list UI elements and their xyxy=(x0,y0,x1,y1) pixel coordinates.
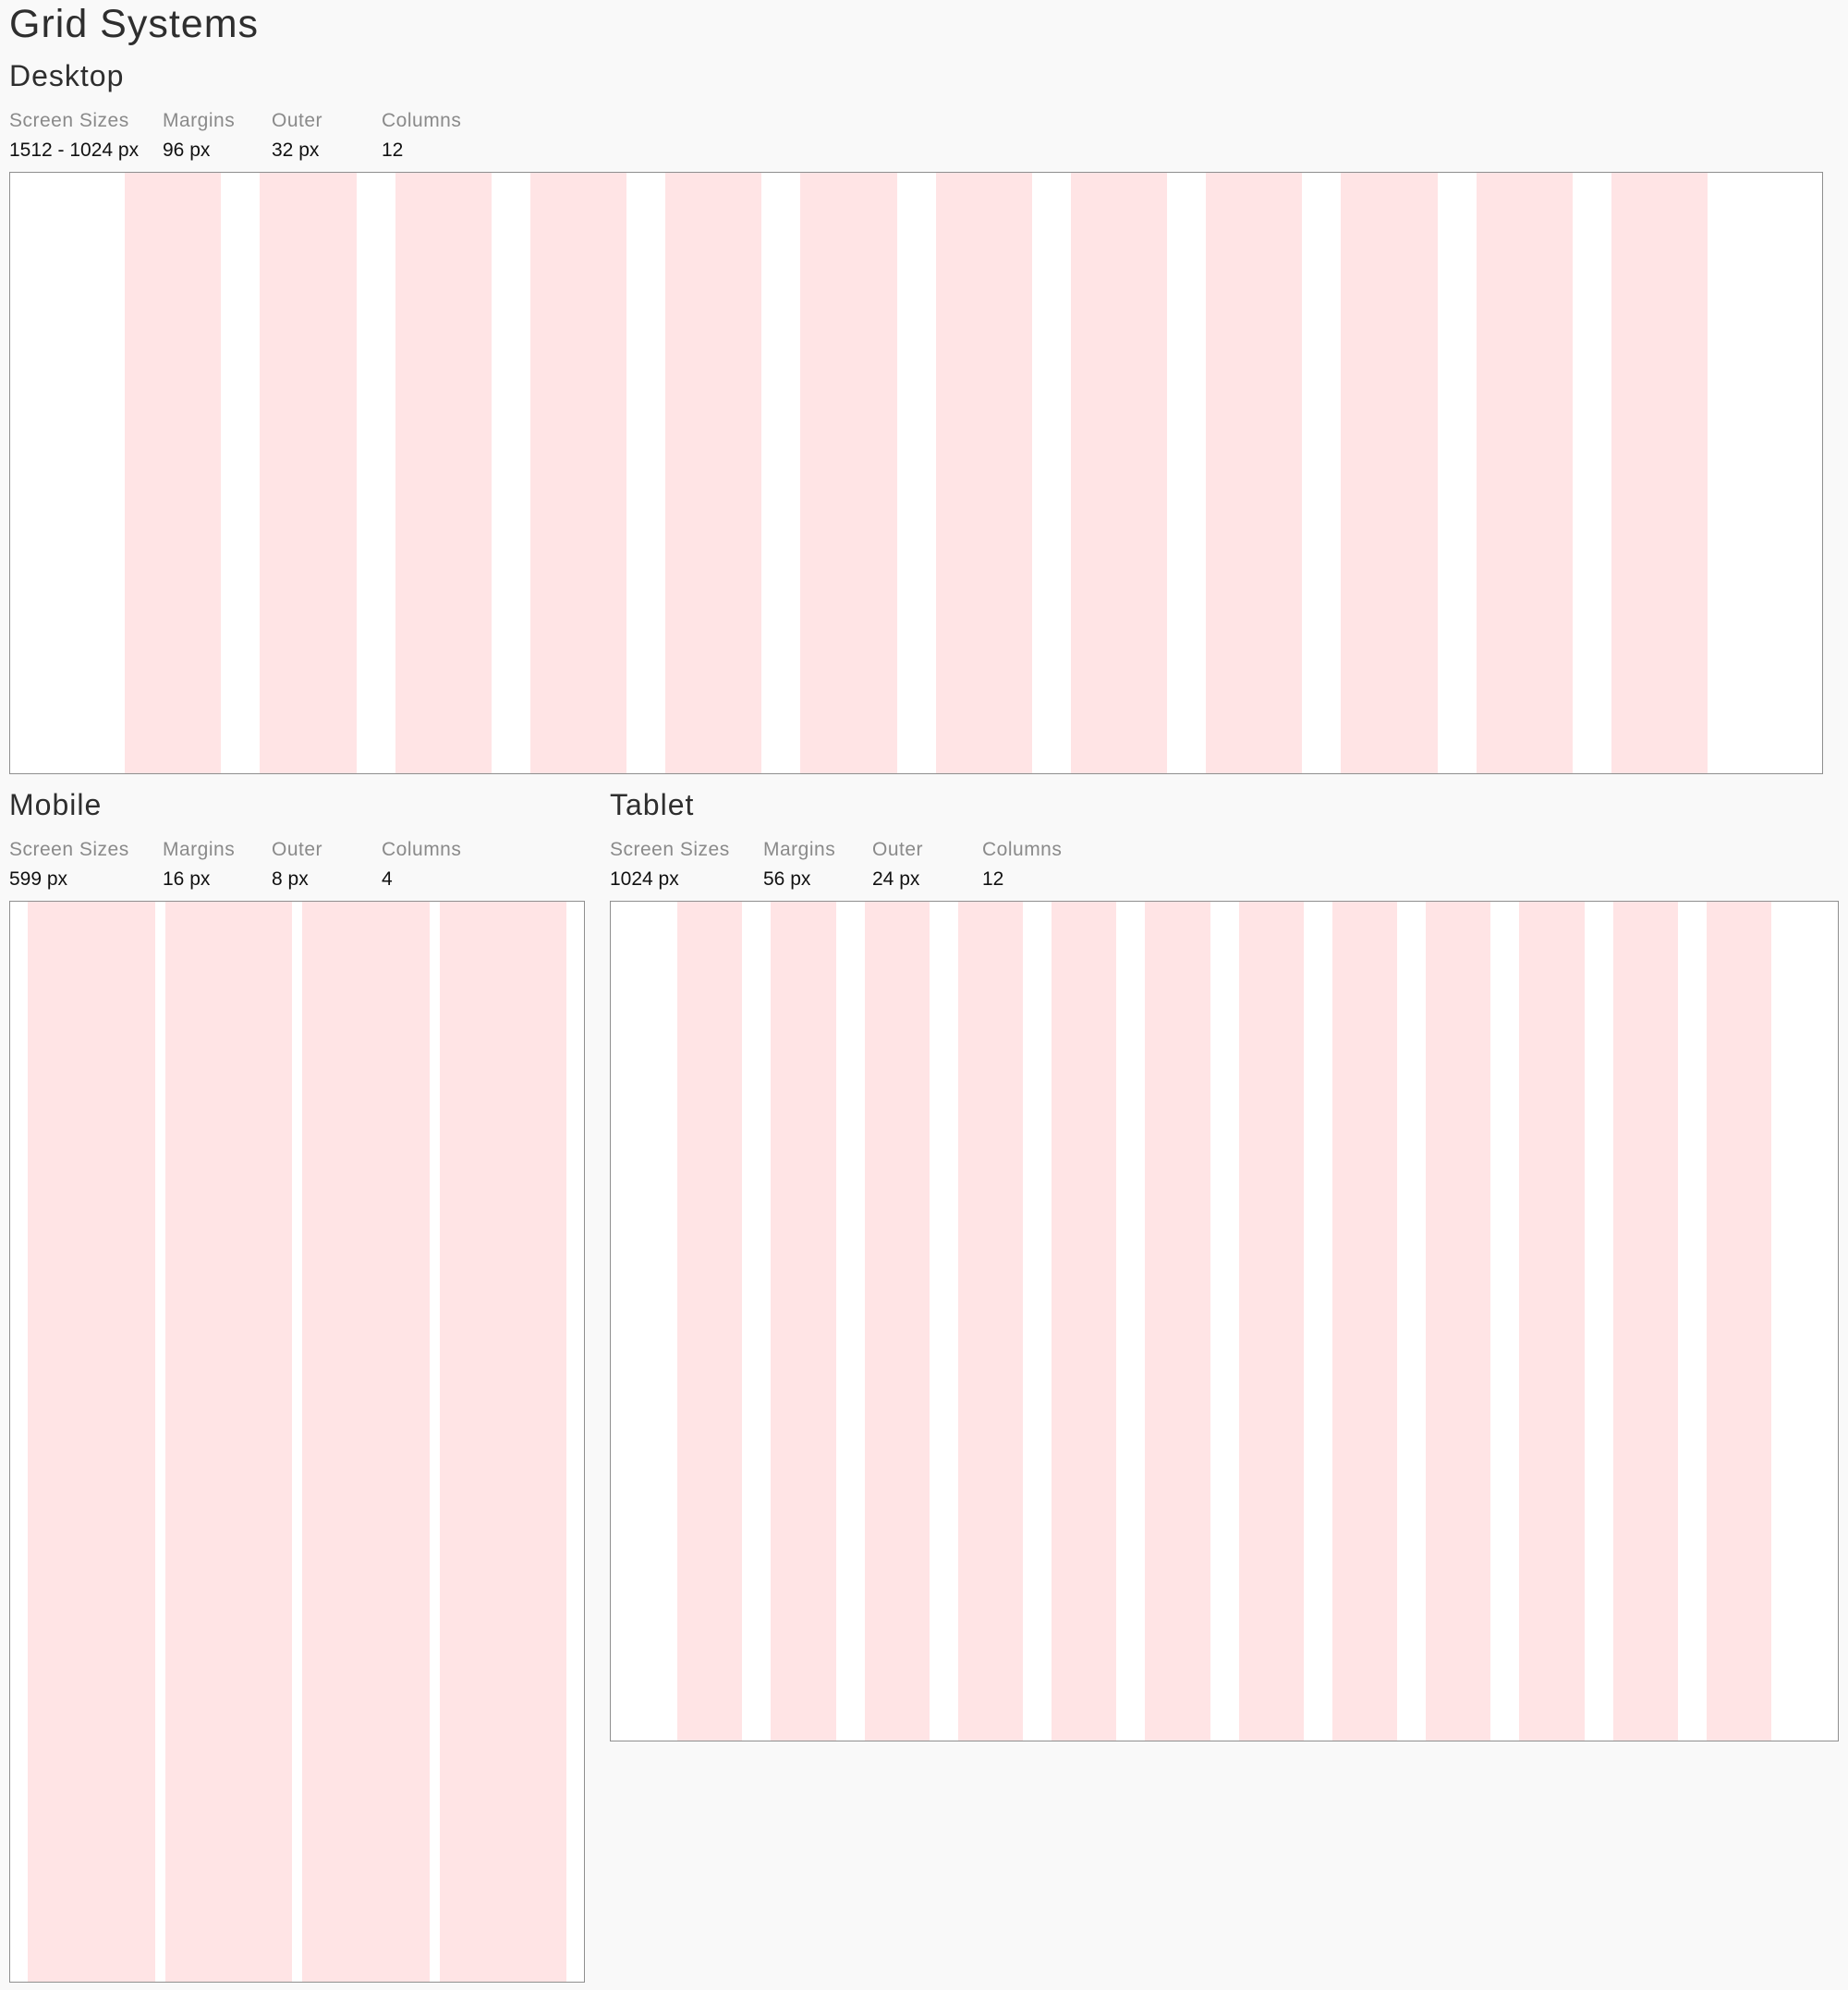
spec-value: 12 xyxy=(982,868,1004,890)
mobile-grid-column xyxy=(302,902,430,1982)
tablet-section: Tablet Screen Sizes 1024 px Margins 56 p… xyxy=(610,786,1839,1741)
spec-label: Columns xyxy=(382,110,462,131)
tablet-grid-frame xyxy=(610,901,1839,1741)
spec-label: Columns xyxy=(982,839,1063,860)
desktop-spec-screen-sizes: Screen Sizes 1512 - 1024 px xyxy=(9,109,139,163)
desktop-grid-column xyxy=(1476,173,1573,773)
tablet-spec-screen-sizes: Screen Sizes 1024 px xyxy=(610,838,730,892)
spec-label: Screen Sizes xyxy=(9,839,129,860)
mobile-title: Mobile xyxy=(9,788,103,821)
spec-value: 32 px xyxy=(272,140,320,161)
spec-value: 4 xyxy=(382,868,393,890)
spec-label: Outer xyxy=(272,839,323,860)
mobile-spec-columns: Columns 4 xyxy=(382,838,461,892)
tablet-grid-column xyxy=(1145,902,1210,1741)
spec-value: 8 px xyxy=(272,868,309,890)
desktop-grid-column xyxy=(1611,173,1708,773)
mobile-spec-screen-sizes: Screen Sizes 599 px xyxy=(9,838,129,892)
tablet-grid-column xyxy=(1426,902,1491,1741)
mobile-spec-margins: Margins 16 px xyxy=(163,838,235,892)
tablet-grid-column xyxy=(957,902,1023,1741)
tablet-grid-column xyxy=(677,902,743,1741)
spec-label: Margins xyxy=(163,110,236,131)
mobile-grid-column xyxy=(164,902,292,1982)
spec-label: Margins xyxy=(763,839,836,860)
desktop-grid-column xyxy=(395,173,492,773)
tablet-spec-columns: Columns 12 xyxy=(982,838,1062,892)
tablet-title: Tablet xyxy=(610,788,695,821)
spec-value: 56 px xyxy=(763,868,811,890)
spec-label: Outer xyxy=(272,110,323,131)
desktop-grid-column xyxy=(1206,173,1303,773)
desktop-grid-column xyxy=(800,173,897,773)
spec-value: 16 px xyxy=(163,868,211,890)
desktop-grid-column xyxy=(665,173,762,773)
tablet-grid-column xyxy=(1612,902,1678,1741)
spec-label: Screen Sizes xyxy=(9,110,129,131)
desktop-title: Desktop xyxy=(9,59,125,92)
mobile-grid-column xyxy=(28,902,155,1982)
mobile-grid-column xyxy=(439,902,566,1982)
spec-label: Columns xyxy=(382,839,462,860)
desktop-grid-column xyxy=(125,173,222,773)
desktop-grid-frame xyxy=(9,172,1823,774)
spec-label: Outer xyxy=(872,839,924,860)
spec-value: 599 px xyxy=(9,868,68,890)
tablet-grid-column xyxy=(1331,902,1397,1741)
spec-value: 1512 - 1024 px xyxy=(9,140,140,161)
desktop-spec-columns: Columns 12 xyxy=(382,109,461,163)
tablet-grid-column xyxy=(1238,902,1304,1741)
spec-label: Screen Sizes xyxy=(610,839,730,860)
spec-value: 1024 px xyxy=(610,868,679,890)
tablet-spec-outer: Outer 24 px xyxy=(872,838,923,892)
desktop-spec-margins: Margins 96 px xyxy=(163,109,235,163)
tablet-grid-column xyxy=(864,902,930,1741)
desktop-grid-column xyxy=(260,173,357,773)
tablet-spec-margins: Margins 56 px xyxy=(763,838,835,892)
desktop-grid-column xyxy=(935,173,1032,773)
tablet-grid-column xyxy=(1706,902,1771,1741)
mobile-section: Mobile Screen Sizes 599 px Margins 16 px… xyxy=(9,786,585,1983)
desktop-grid-column xyxy=(529,173,626,773)
page-title: Grid Systems xyxy=(9,2,260,46)
spec-value: 24 px xyxy=(872,868,920,890)
spec-value: 96 px xyxy=(163,140,211,161)
mobile-spec-outer: Outer 8 px xyxy=(272,838,322,892)
spec-value: 12 xyxy=(382,140,404,161)
spec-label: Margins xyxy=(163,839,236,860)
desktop-section: Desktop Screen Sizes 1512 - 1024 px Marg… xyxy=(9,57,1823,774)
tablet-grid-column xyxy=(1052,902,1117,1741)
desktop-grid-column xyxy=(1070,173,1167,773)
tablet-grid-column xyxy=(771,902,836,1741)
desktop-spec-outer: Outer 32 px xyxy=(272,109,322,163)
tablet-grid-column xyxy=(1519,902,1585,1741)
desktop-grid-column xyxy=(1341,173,1438,773)
mobile-grid-frame xyxy=(9,901,585,1983)
